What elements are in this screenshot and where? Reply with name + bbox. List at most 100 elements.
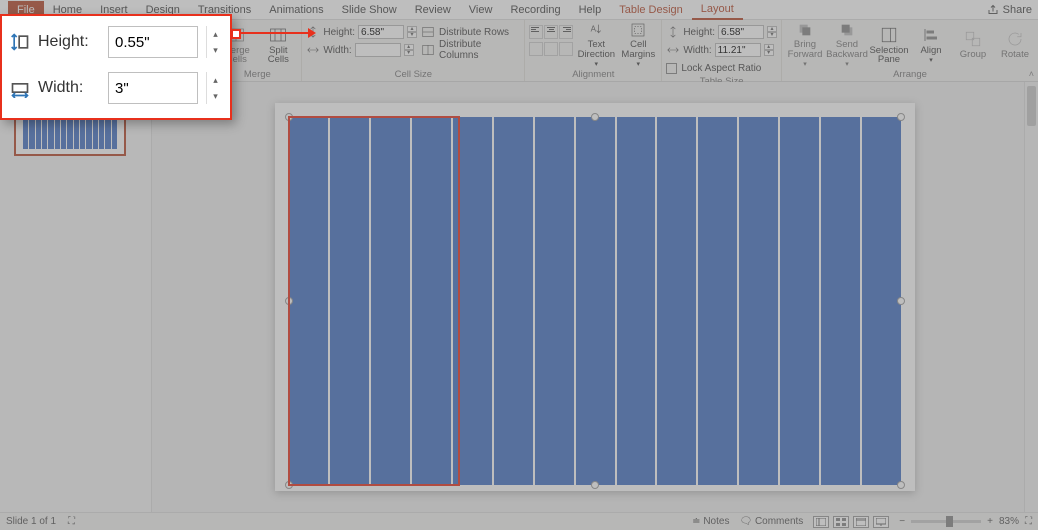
width-icon bbox=[306, 43, 320, 57]
split-cells-button[interactable]: Split Cells bbox=[259, 22, 297, 68]
tab-layout[interactable]: Layout bbox=[692, 0, 743, 20]
cell-width-field[interactable]: Width: ▴▾ bbox=[306, 42, 417, 58]
tab-table-design[interactable]: Table Design bbox=[610, 1, 692, 19]
width-icon bbox=[8, 78, 32, 98]
cell-height-field[interactable]: Height: ▴▾ bbox=[306, 24, 417, 40]
group-alignment-label: Alignment bbox=[529, 69, 657, 81]
tab-slideshow[interactable]: Slide Show bbox=[333, 1, 406, 19]
sorter-view-button[interactable] bbox=[833, 516, 849, 528]
reading-view-icon bbox=[856, 518, 866, 526]
group-cellsize-label: Cell Size bbox=[306, 69, 520, 81]
thumbnail-panel[interactable]: 1 bbox=[0, 82, 152, 512]
group-arrange-label: Arrange bbox=[786, 69, 1034, 81]
reading-view-button[interactable] bbox=[853, 516, 869, 528]
align-row-1[interactable] bbox=[529, 24, 573, 40]
height-icon bbox=[666, 25, 680, 39]
selection-handle[interactable] bbox=[285, 297, 293, 305]
table-width-field[interactable]: Width: ▴▾ bbox=[666, 42, 777, 58]
rotate-icon bbox=[1006, 30, 1024, 48]
tab-help[interactable]: Help bbox=[570, 1, 611, 19]
callout-width-down[interactable]: ▾ bbox=[206, 88, 224, 104]
callout-height-up[interactable]: ▴ bbox=[206, 26, 224, 42]
align-row-2[interactable] bbox=[529, 41, 573, 57]
bring-forward-button[interactable]: Bring Forward▾ bbox=[786, 22, 824, 68]
cell-margins-icon bbox=[629, 22, 647, 38]
bring-forward-icon bbox=[796, 22, 814, 38]
slide-canvas-area[interactable] bbox=[152, 82, 1038, 512]
notes-button[interactable]: ≐ Notes bbox=[692, 516, 729, 527]
zoom-slider-thumb[interactable] bbox=[946, 516, 953, 527]
comments-button[interactable]: 🗨 Comments bbox=[739, 516, 803, 527]
tab-review[interactable]: Review bbox=[406, 1, 460, 19]
selection-pane-button[interactable]: Selection Pane bbox=[870, 22, 908, 68]
align-right-icon[interactable] bbox=[559, 25, 573, 39]
zoom-slider[interactable] bbox=[911, 520, 981, 523]
cell-width-input[interactable] bbox=[355, 43, 401, 57]
table-width-input[interactable] bbox=[715, 43, 761, 57]
selection-handle[interactable] bbox=[285, 481, 293, 489]
status-bar: Slide 1 of 1 ⛶ ≐ Notes 🗨 Comments − + 83… bbox=[0, 512, 1038, 530]
rotate-button[interactable]: Rotate bbox=[996, 22, 1034, 68]
slide[interactable] bbox=[275, 103, 915, 491]
send-backward-button[interactable]: Send Backward▾ bbox=[828, 22, 866, 68]
selection-handle[interactable] bbox=[897, 481, 905, 489]
callout-width-up[interactable]: ▴ bbox=[206, 72, 224, 88]
callout-height-field[interactable]: 0.55" bbox=[108, 26, 198, 58]
group-button[interactable]: Group bbox=[954, 22, 992, 68]
lock-aspect-checkbox[interactable] bbox=[666, 63, 677, 74]
tab-view[interactable]: View bbox=[460, 1, 502, 19]
selection-handle[interactable] bbox=[897, 113, 905, 121]
align-button[interactable]: Align▾ bbox=[912, 22, 950, 68]
distribute-rows-button[interactable]: Distribute Rows bbox=[421, 24, 520, 40]
group-icon bbox=[964, 30, 982, 48]
zoom-in-button[interactable]: + bbox=[987, 516, 993, 527]
table-height-spinner[interactable]: ▴▾ bbox=[767, 26, 777, 38]
distribute-rows-icon bbox=[421, 25, 435, 39]
cell-width-spinner[interactable]: ▴▾ bbox=[404, 44, 414, 56]
align-middle-icon[interactable] bbox=[544, 42, 558, 56]
align-center-icon[interactable] bbox=[544, 25, 558, 39]
table-height-field[interactable]: Height: ▴▾ bbox=[666, 24, 777, 40]
sorter-view-icon bbox=[836, 518, 846, 526]
vertical-scrollbar[interactable] bbox=[1024, 82, 1038, 512]
table-height-input[interactable] bbox=[718, 25, 764, 39]
align-icon bbox=[922, 26, 940, 44]
callout-height-down[interactable]: ▾ bbox=[206, 42, 224, 58]
lock-aspect-ratio[interactable]: Lock Aspect Ratio bbox=[666, 60, 777, 76]
slideshow-view-icon bbox=[876, 518, 886, 526]
normal-view-icon bbox=[816, 518, 826, 526]
callout-height-label: Height: bbox=[38, 33, 89, 51]
selection-handle[interactable] bbox=[285, 113, 293, 121]
distribute-cols-button[interactable]: Distribute Columns bbox=[421, 42, 520, 58]
table-width-spinner[interactable]: ▴▾ bbox=[764, 44, 774, 56]
align-top-icon[interactable] bbox=[529, 42, 543, 56]
align-bottom-icon[interactable] bbox=[559, 42, 573, 56]
split-cells-icon bbox=[269, 26, 287, 44]
svg-text:A: A bbox=[591, 24, 597, 33]
selection-handle[interactable] bbox=[591, 113, 599, 121]
zoom-out-button[interactable]: − bbox=[899, 516, 905, 527]
zoom-level[interactable]: 83% bbox=[999, 516, 1019, 527]
fit-to-window-button[interactable]: ⛶ bbox=[1025, 516, 1032, 527]
normal-view-button[interactable] bbox=[813, 516, 829, 528]
selection-handle[interactable] bbox=[897, 297, 905, 305]
selection-pane-icon bbox=[880, 26, 898, 44]
width-icon bbox=[666, 43, 680, 57]
accessibility-icon[interactable]: ⛶ bbox=[68, 516, 75, 527]
selection-handle[interactable] bbox=[591, 481, 599, 489]
scrollbar-thumb[interactable] bbox=[1027, 86, 1036, 126]
table-object[interactable] bbox=[289, 117, 901, 485]
callout-width-field[interactable]: 3" bbox=[108, 72, 198, 104]
tab-recording[interactable]: Recording bbox=[501, 1, 569, 19]
slide-counter: Slide 1 of 1 bbox=[6, 516, 56, 527]
collapse-ribbon-button[interactable]: ˄ bbox=[1029, 69, 1034, 79]
cell-height-spinner[interactable]: ▴▾ bbox=[407, 26, 417, 38]
share-button[interactable]: Share bbox=[987, 0, 1032, 20]
align-left-icon[interactable] bbox=[529, 25, 543, 39]
text-direction-button[interactable]: A Text Direction▾ bbox=[577, 22, 615, 68]
tab-animations[interactable]: Animations bbox=[260, 1, 332, 19]
slideshow-view-button[interactable] bbox=[873, 516, 889, 528]
cell-margins-button[interactable]: Cell Margins▾ bbox=[619, 22, 657, 68]
text-direction-icon: A bbox=[587, 22, 605, 38]
cell-height-input[interactable] bbox=[358, 25, 404, 39]
